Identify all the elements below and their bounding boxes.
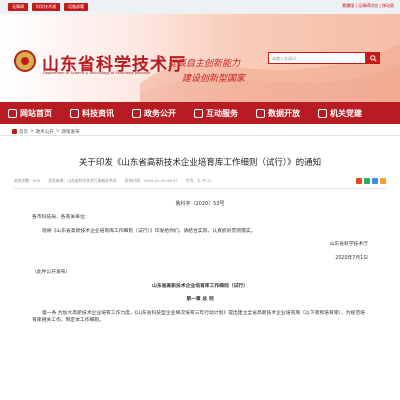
sign-date: 2020年7月1日 bbox=[335, 256, 368, 262]
breadcrumb-policy[interactable]: 政策发布 bbox=[62, 129, 80, 135]
slogan-line-1: 提高自主创新能力 bbox=[168, 59, 241, 69]
top-link-2[interactable]: 科学技术通 bbox=[32, 3, 60, 11]
service-icon bbox=[194, 108, 203, 118]
top-right-links[interactable]: 繁體版 | 无障碍浏览 | 移动版 bbox=[342, 3, 394, 9]
meta-views: 浏览次数：570 bbox=[14, 178, 41, 183]
meta-source: 信息来源：山东省科学技术厅高新技术处 bbox=[48, 178, 117, 183]
news-icon bbox=[70, 108, 79, 118]
nav-home[interactable]: 网站首页 bbox=[8, 108, 70, 119]
data-icon bbox=[256, 108, 265, 118]
search-icon bbox=[369, 54, 377, 62]
wechat-share-icon[interactable] bbox=[364, 178, 370, 184]
document-number: 鲁科字〔2020〕53号 bbox=[175, 201, 225, 207]
salutation: 各市科技局、各有关单位： bbox=[32, 215, 90, 220]
top-link-1[interactable]: 无障碍 bbox=[8, 3, 28, 11]
party-icon bbox=[318, 108, 327, 118]
search-button[interactable] bbox=[366, 52, 380, 64]
article-meta: 浏览次数：570 信息来源：山东省科学技术厅高新技术处 发布时间：2020-07… bbox=[14, 178, 386, 189]
slogan-line-2: 建设创新型国家 bbox=[182, 74, 246, 84]
main-nav: 网站首页 科技资讯 政务公开 互动服务 数据开放 机关党建 bbox=[0, 102, 400, 124]
home-icon bbox=[8, 108, 17, 118]
breadcrumb-gov[interactable]: 政务公开 bbox=[36, 129, 54, 135]
article-title: 关于印发《山东省高新技术企业培育库工作细则（试行）》的通知 bbox=[78, 158, 322, 168]
qzone-share-icon[interactable] bbox=[380, 178, 386, 184]
search-input[interactable]: 请输入关键词 bbox=[268, 52, 366, 64]
national-emblem-icon bbox=[14, 50, 36, 72]
publication-note: （此件公开发布） bbox=[32, 269, 71, 275]
nav-news[interactable]: 科技资讯 bbox=[70, 108, 132, 119]
paragraph-1: 现将《山东省高新技术企业培育库工作细则（试行）》印发给你们，请结合实际，认真抓好… bbox=[42, 228, 256, 234]
meta-date: 发布时间：2020-07-10 09:37 bbox=[124, 178, 178, 183]
article-body: 鲁科字〔2020〕53号 各市科技局、各有关单位： 现将《山东省高新技术企业培育… bbox=[0, 201, 400, 324]
top-link-3[interactable]: 设备部署 bbox=[64, 3, 88, 11]
nav-service[interactable]: 互动服务 bbox=[194, 108, 256, 119]
paragraph-2: 第一条 为加大高新技术企业培育工作力度，《山东省科技型企业梯次培育三年行动计划》… bbox=[32, 310, 365, 323]
site-header: 山东省科学技术厅 Department of Science & Technol… bbox=[0, 14, 400, 102]
top-links: 无障碍 科学技术通 设备部署 bbox=[8, 3, 88, 11]
government-icon bbox=[132, 108, 141, 118]
qq-share-icon[interactable] bbox=[372, 178, 378, 184]
share-buttons bbox=[356, 178, 386, 184]
breadcrumb-home[interactable]: 首页 bbox=[19, 129, 28, 135]
nav-party[interactable]: 机关党建 bbox=[318, 108, 380, 119]
breadcrumb-home-icon bbox=[12, 129, 17, 134]
document-heading: 山东省高新技术企业培育库工作细则（试行） bbox=[152, 283, 248, 289]
meta-font-size[interactable]: 字号：大 中 小 bbox=[186, 178, 211, 184]
top-utility-bar: 无障碍 科学技术通 设备部署 繁體版 | 无障碍浏览 | 移动版 bbox=[0, 0, 400, 14]
weibo-share-icon[interactable] bbox=[356, 178, 362, 184]
nav-data[interactable]: 数据开放 bbox=[256, 108, 318, 119]
chapter-heading: 第一章 总 则 bbox=[186, 297, 214, 303]
signature: 山东省科学技术厅 bbox=[329, 242, 368, 248]
nav-government[interactable]: 政务公开 bbox=[132, 108, 194, 119]
site-subtitle: Department of Science & Technology of Sh… bbox=[43, 71, 151, 75]
breadcrumb: 首页 > 政务公开 > 政策发布 bbox=[0, 124, 400, 136]
